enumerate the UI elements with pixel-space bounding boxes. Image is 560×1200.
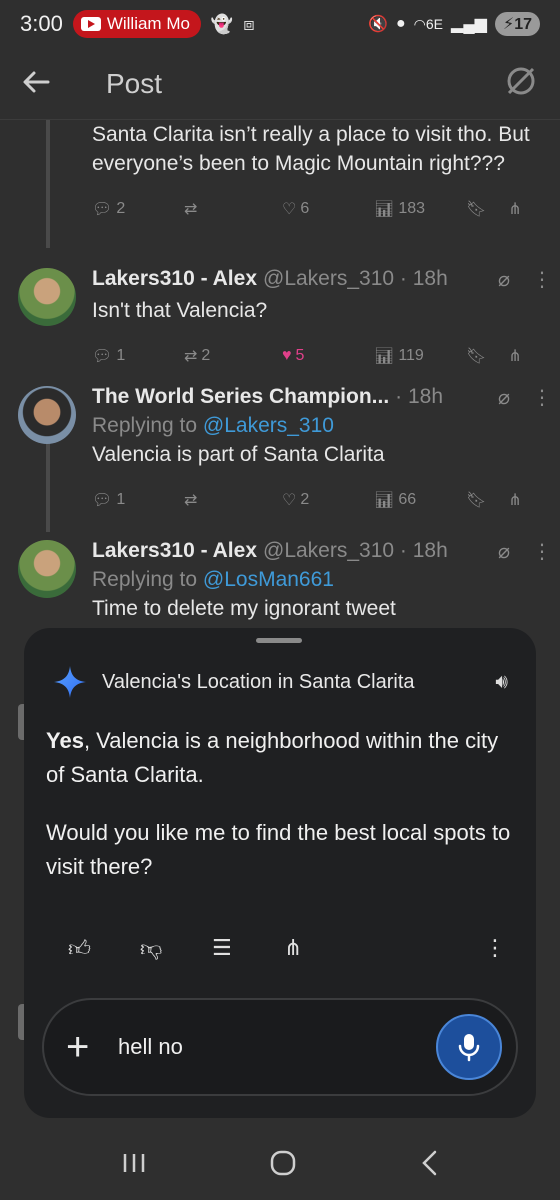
views-icon: 📊︎ bbox=[374, 492, 395, 509]
speaker-icon[interactable]: 🔊︎ bbox=[495, 671, 508, 694]
thread-line bbox=[46, 440, 50, 532]
plus-icon[interactable]: + bbox=[66, 1025, 118, 1070]
author-name[interactable]: The World Series Champion... bbox=[92, 385, 389, 409]
repost-icon: ⇄ bbox=[184, 201, 198, 218]
response-answer: Yes, Valencia is a neighborhood within t… bbox=[46, 728, 499, 787]
prompt-input-bar: + bbox=[42, 998, 518, 1096]
tweet-text: Santa Clarita isn’t really a place to vi… bbox=[92, 123, 530, 175]
system-navigation-bar bbox=[0, 1130, 560, 1200]
like-button[interactable]: ♡ 2 bbox=[282, 490, 374, 510]
drag-handle[interactable] bbox=[256, 638, 302, 643]
avatar[interactable] bbox=[18, 386, 76, 444]
thread-line bbox=[46, 120, 50, 248]
avatar[interactable] bbox=[18, 540, 76, 598]
heart-filled-icon: ♥ bbox=[282, 347, 292, 364]
mute-icon: 🔇 bbox=[368, 16, 388, 33]
clock: 3:00 bbox=[20, 11, 63, 36]
replying-to: Replying to @Lakers_310 bbox=[92, 414, 334, 437]
author-name[interactable]: Lakers310 - Alex bbox=[92, 267, 257, 291]
status-icons: 🔇 ● ◠6E ▂▄▆ ⚡17 bbox=[368, 12, 540, 36]
bookmark-icon[interactable]: 🔖︎ bbox=[466, 346, 486, 366]
location-icon: ● bbox=[396, 15, 406, 32]
back-icon[interactable] bbox=[420, 1150, 438, 1181]
repost-button[interactable]: ⇄ 2 bbox=[184, 346, 282, 366]
tweet-actions: 💬︎ 2 ⇄ ♡ 6 📊︎ 183 🔖︎ ⋔ bbox=[92, 196, 542, 222]
tweet-text: Time to delete my ignorant tweet bbox=[92, 597, 396, 620]
microphone-icon bbox=[458, 1034, 480, 1062]
grok-icon[interactable]: ⌀ bbox=[498, 385, 510, 410]
like-button[interactable]: ♡ 6 bbox=[282, 199, 374, 219]
share-icon[interactable]: ⋔ bbox=[284, 935, 356, 961]
thumbs-up-icon[interactable]: 👍︎ bbox=[68, 935, 140, 962]
views-button[interactable]: 📊︎ 183 bbox=[374, 199, 466, 219]
author-handle: · 18h bbox=[395, 385, 444, 408]
grok-icon[interactable]: ⌀ bbox=[498, 539, 510, 564]
snapchat-icon: 👻 bbox=[210, 13, 234, 34]
views-button[interactable]: 📊︎ 119 bbox=[374, 346, 466, 366]
battery-indicator: ⚡17 bbox=[494, 12, 540, 36]
heart-icon: ♡ bbox=[282, 492, 297, 509]
like-button[interactable]: ♥ 5 bbox=[282, 347, 374, 365]
tweet-actions: 💬︎ 1 ⇄ 2 ♥ 5 📊︎ 119 🔖︎ ⋔ bbox=[92, 343, 542, 369]
prompt-input[interactable] bbox=[118, 1034, 436, 1060]
bookmark-icon[interactable]: 🔖︎ bbox=[466, 199, 486, 219]
assistant-overlay[interactable]: Valencia's Location in Santa Clarita 🔊︎ … bbox=[24, 628, 536, 1118]
mention-link[interactable]: @LosMan661 bbox=[203, 568, 334, 591]
back-arrow-icon[interactable] bbox=[22, 65, 62, 102]
screenshot-icon: ⧈ bbox=[243, 13, 255, 34]
avatar[interactable] bbox=[18, 268, 76, 326]
reply-button[interactable]: 💬︎ 1 bbox=[92, 490, 184, 510]
gemini-sparkle-icon bbox=[54, 666, 86, 698]
repost-icon: ⇄ bbox=[184, 348, 198, 365]
more-options-icon[interactable]: ⋮ bbox=[532, 385, 552, 410]
repost-button[interactable]: ⇄ bbox=[184, 490, 282, 510]
reply-icon: 💬︎ bbox=[92, 201, 113, 218]
status-bar: 3:00 William Mo 👻 ⧈ 🔇 ● ◠6E ▂▄▆ ⚡17 bbox=[0, 0, 560, 48]
reply-button[interactable]: 💬︎ 2 bbox=[92, 199, 184, 219]
home-icon[interactable] bbox=[270, 1150, 296, 1181]
microphone-button[interactable] bbox=[436, 1014, 502, 1080]
author-handle: @Lakers_310 · 18h bbox=[263, 539, 448, 562]
response-followup: Would you like me to find the best local… bbox=[46, 820, 511, 879]
grok-icon[interactable] bbox=[504, 64, 538, 103]
tweet-text: Isn't that Valencia? bbox=[92, 299, 268, 322]
author-name[interactable]: Lakers310 - Alex bbox=[92, 539, 257, 563]
more-options-icon[interactable]: ⋮ bbox=[484, 935, 506, 961]
author-handle: @Lakers_310 · 18h bbox=[263, 267, 448, 290]
wifi-icon: ◠6E bbox=[413, 15, 444, 32]
thumbs-down-icon[interactable]: 👎︎ bbox=[140, 935, 212, 962]
tweet-text: Valencia is part of Santa Clarita bbox=[92, 443, 385, 466]
youtube-icon bbox=[80, 17, 101, 31]
replying-to: Replying to @LosMan661 bbox=[92, 568, 334, 591]
reply-icon: 💬︎ bbox=[92, 348, 113, 365]
repost-button[interactable]: ⇄ bbox=[184, 199, 282, 219]
signal-icon: ▂▄▆ bbox=[451, 16, 487, 33]
recent-apps-icon[interactable] bbox=[122, 1152, 146, 1179]
share-icon[interactable]: ⋔ bbox=[508, 199, 521, 219]
reply-button[interactable]: 💬︎ 1 bbox=[92, 346, 184, 366]
bookmark-icon[interactable]: 🔖︎ bbox=[466, 490, 486, 510]
share-icon[interactable]: ⋔ bbox=[508, 490, 521, 510]
views-button[interactable]: 📊︎ 66 bbox=[374, 490, 466, 510]
app-bar: Post bbox=[0, 48, 560, 120]
tweet-actions: 💬︎ 1 ⇄ ♡ 2 📊︎ 66 🔖︎ ⋔ bbox=[92, 487, 542, 513]
more-options-icon[interactable]: ⋮ bbox=[532, 539, 552, 564]
response-actions: 👍︎ 👎︎ ☰ ⋔ ⋮ bbox=[68, 930, 506, 966]
youtube-chip-label: William Mo bbox=[106, 14, 190, 33]
more-options-icon[interactable]: ⋮ bbox=[532, 267, 552, 292]
repost-icon: ⇄ bbox=[184, 492, 198, 509]
response-title: Valencia's Location in Santa Clarita bbox=[102, 670, 415, 693]
page-title: Post bbox=[106, 67, 163, 99]
heart-icon: ♡ bbox=[282, 201, 297, 218]
mention-link[interactable]: @Lakers_310 bbox=[203, 414, 334, 437]
reply-icon: 💬︎ bbox=[92, 492, 113, 509]
modify-response-icon[interactable]: ☰ bbox=[212, 935, 284, 961]
views-icon: 📊︎ bbox=[374, 201, 395, 218]
views-icon: 📊︎ bbox=[374, 348, 395, 365]
share-icon[interactable]: ⋔ bbox=[508, 346, 521, 366]
grok-icon[interactable]: ⌀ bbox=[498, 267, 510, 292]
youtube-activity-chip[interactable]: William Mo bbox=[72, 10, 201, 38]
